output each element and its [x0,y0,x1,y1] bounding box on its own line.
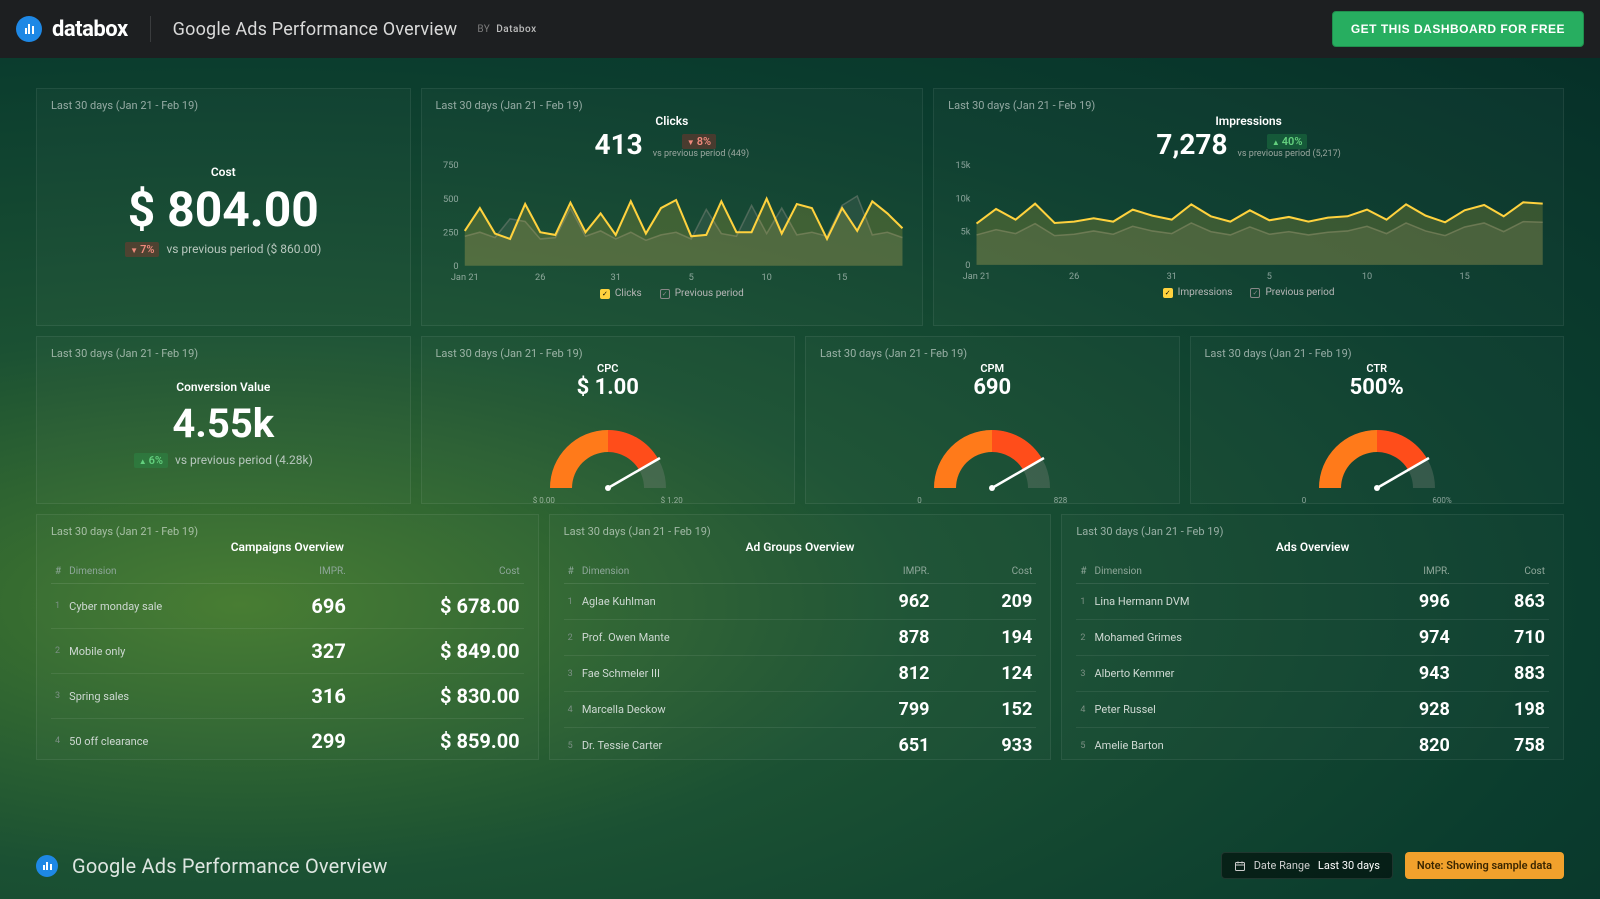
cta-button[interactable]: GET THIS DASHBOARD FOR FREE [1332,11,1584,47]
svg-text:5: 5 [688,272,693,283]
svg-text:10: 10 [1362,272,1372,282]
brand-name: databox [52,17,128,42]
kpi-label: Cost [211,165,236,179]
card-campaigns[interactable]: Last 30 days (Jan 21 - Feb 19) Campaigns… [36,514,539,760]
table-row[interactable]: 4Marcella Deckow799152 [564,692,1037,728]
table-row[interactable]: 1Aglae Kuhlman962209 [564,584,1037,620]
card-adgroups[interactable]: Last 30 days (Jan 21 - Feb 19) Ad Groups… [549,514,1052,760]
table-row[interactable]: 5Dr. Tessie Carter651933 [564,728,1037,761]
svg-text:Jan 21: Jan 21 [963,272,991,282]
table-row[interactable]: 3Fae Schmeler III812124 [564,656,1037,692]
table-row[interactable]: 3Spring sales316$ 830.00 [51,674,524,719]
page-title: Google Ads Performance Overview [151,19,458,40]
table-row[interactable]: 3Alberto Kemmer943883 [1076,656,1549,692]
impressions-chart: 0 5k 10k 15k Jan 21 26 31 5 10 15 [948,161,1549,283]
svg-text:250: 250 [443,227,459,238]
card-ads[interactable]: Last 30 days (Jan 21 - Feb 19) Ads Overv… [1061,514,1564,760]
card-ctr[interactable]: Last 30 days (Jan 21 - Feb 19) CTR500% 0… [1190,336,1565,504]
svg-text:0: 0 [453,261,458,272]
kpi-change: 7% vs previous period ($ 860.00) [125,242,321,257]
calendar-icon [1234,860,1246,872]
adgroups-table: #DimensionIMPR.Cost 1Aglae Kuhlman962209… [564,560,1037,760]
svg-text:Jan 21: Jan 21 [450,272,478,283]
bottom-bar: Google Ads Performance Overview Date Ran… [36,852,1564,879]
svg-text:500: 500 [443,194,459,205]
table-row[interactable]: 1Lina Hermann DVM996863 [1076,584,1549,620]
table-row[interactable]: 5Amelie Barton820758 [1076,728,1549,761]
table-row[interactable]: 1Cyber monday sale696$ 678.00 [51,584,524,629]
clicks-chart: 0 250 500 750 Jan 21 26 31 5 10 15 [436,161,909,284]
svg-text:750: 750 [443,161,459,171]
campaigns-table: #DimensionIMPR.Cost 1Cyber monday sale69… [51,560,524,760]
kpi-value: $ 804.00 [128,185,319,235]
databox-icon [36,855,58,877]
gauge-cpc [528,406,688,496]
card-impressions[interactable]: Last 30 days (Jan 21 - Feb 19) Impressio… [933,88,1564,326]
svg-text:15k: 15k [956,161,971,171]
sample-data-note: Note: Showing sample data [1405,852,1564,879]
brand-logo[interactable]: databox [16,16,151,42]
table-row[interactable]: 2Mobile only327$ 849.00 [51,629,524,674]
svg-text:0: 0 [965,261,970,271]
bottom-title: Google Ads Performance Overview [72,854,388,878]
ads-table: #DimensionIMPR.Cost 1Lina Hermann DVM996… [1076,560,1549,760]
clicks-legend: Clicks Previous period [436,288,909,299]
svg-text:31: 31 [1167,272,1177,282]
table-row[interactable]: 2Prof. Owen Mante878194 [564,620,1037,656]
svg-text:26: 26 [1069,272,1079,282]
svg-text:15: 15 [836,272,846,283]
table-row[interactable]: 2Mohamed Grimes974710 [1076,620,1549,656]
svg-text:5k: 5k [961,228,971,238]
svg-text:26: 26 [535,272,545,283]
byline: BY Databox [477,24,536,35]
table-row[interactable]: 450 off clearance299$ 859.00 [51,719,524,761]
databox-icon [16,16,42,42]
gauge-cpm [912,406,1072,496]
table-row[interactable]: 4Peter Russel928198 [1076,692,1549,728]
card-cost[interactable]: Last 30 days (Jan 21 - Feb 19) Cost $ 80… [36,88,411,326]
card-cpc[interactable]: Last 30 days (Jan 21 - Feb 19) CPC$ 1.00… [421,336,796,504]
svg-text:10: 10 [761,272,771,283]
svg-text:10k: 10k [956,194,971,204]
card-conversion-value[interactable]: Last 30 days (Jan 21 - Feb 19) Conversio… [36,336,411,504]
svg-text:5: 5 [1267,272,1272,282]
dashboard-viewport: Last 30 days (Jan 21 - Feb 19) Cost $ 80… [0,58,1600,899]
card-cpm[interactable]: Last 30 days (Jan 21 - Feb 19) CPM690 08… [805,336,1180,504]
gauge-ctr [1297,406,1457,496]
date-range-selector[interactable]: Date Range Last 30 days [1221,852,1393,879]
top-bar: databox Google Ads Performance Overview … [0,0,1600,58]
card-clicks[interactable]: Last 30 days (Jan 21 - Feb 19) Clicks 41… [421,88,924,326]
impressions-legend: Impressions Previous period [948,287,1549,298]
svg-text:31: 31 [610,272,620,283]
date-range-label: Last 30 days (Jan 21 - Feb 19) [51,99,396,112]
svg-text:15: 15 [1460,272,1470,282]
